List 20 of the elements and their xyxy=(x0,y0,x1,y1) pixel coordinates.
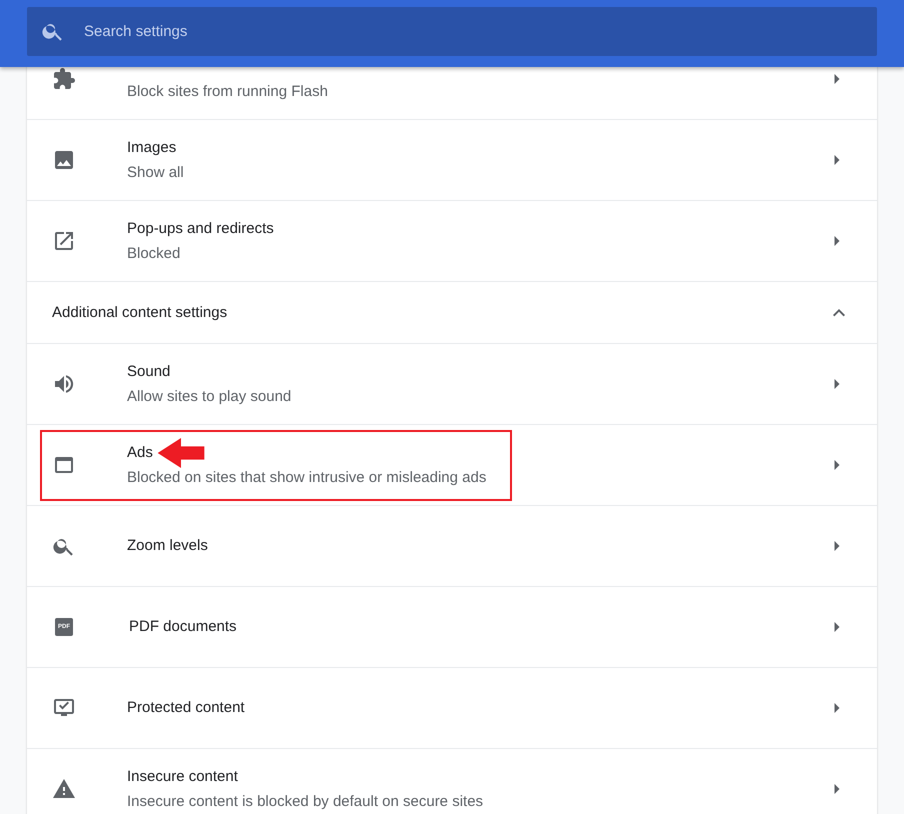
setting-title: Pop-ups and redirects xyxy=(127,218,274,238)
setting-description: Blocked on sites that show intrusive or misleading ads xyxy=(127,468,486,488)
setting-description: Insecure content is blocked by default on secure sites xyxy=(127,792,484,812)
setting-title: Zoom levels xyxy=(127,536,208,556)
setting-description: Show all xyxy=(127,162,184,182)
setting-title: Protected content xyxy=(127,698,245,718)
setting-title: Ads xyxy=(127,442,153,462)
section-heading: Additional content settings xyxy=(52,304,228,321)
setting-title: Images xyxy=(127,138,176,158)
setting-description: Blocked xyxy=(127,244,180,264)
setting-description: Allow sites to play sound xyxy=(127,386,292,406)
setting-description: Block sites from running Flash xyxy=(127,82,328,102)
search-field[interactable]: Search settings xyxy=(27,7,877,56)
image-icon xyxy=(52,148,76,172)
setting-title: Insecure content xyxy=(127,766,238,786)
puzzle-icon xyxy=(52,67,76,91)
warning-icon xyxy=(52,777,76,801)
setting-title: PDF documents xyxy=(129,617,237,637)
external-link-icon xyxy=(52,229,76,253)
setting-title: Sound xyxy=(127,362,170,382)
